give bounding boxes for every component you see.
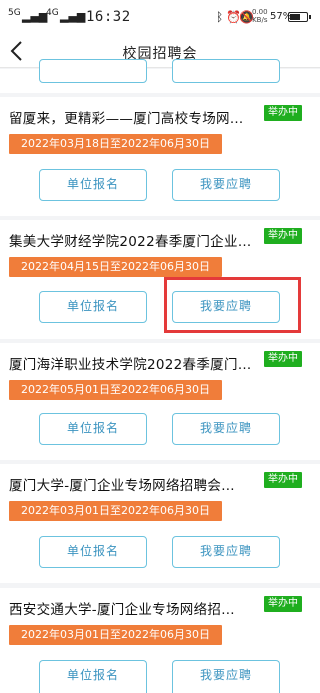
job-card[interactable]: 厦门海洋职业技术学院2022春季厦门… 举办中 2022年05月01日至2022… [0, 343, 320, 460]
register-button-partial[interactable] [39, 59, 147, 83]
date-range: 2022年03月18日至2022年06月30日 [9, 134, 222, 154]
job-card[interactable]: 西安交通大学-厦门企业专场网络招… 举办中 2022年03月01日至2022年0… [0, 588, 320, 693]
date-range: 2022年05月01日至2022年06月30日 [9, 380, 222, 400]
job-card[interactable]: 留厦来，更精彩——厦门高校专场网… 举办中 2022年03月18日至2022年0… [0, 97, 320, 216]
network-speed: 0.00 KB/s [252, 8, 268, 24]
status-badge: 举办中 [264, 105, 302, 121]
register-button[interactable]: 单位报名 [39, 413, 147, 445]
apply-button[interactable]: 我要应聘 [172, 536, 280, 568]
clock-time: 16:32 [86, 9, 131, 25]
status-badge: 举办中 [264, 228, 302, 244]
signal-5g-label: 5G [8, 8, 21, 18]
date-range: 2022年03月01日至2022年06月30日 [9, 501, 222, 521]
job-title: 厦门大学-厦门企业专场网络招聘会… [9, 478, 235, 494]
status-bar: 5G ▂▄▆ 4G ▂▄▆ 16:32 ᛒ ⏰ 🔕 0.00 KB/s 57% [0, 0, 320, 34]
job-title: 留厦来，更精彩——厦门高校专场网… [9, 111, 244, 127]
job-title: 集美大学财经学院2022春季厦门企业… [9, 234, 252, 250]
apply-button-partial[interactable] [172, 59, 280, 83]
register-button[interactable]: 单位报名 [39, 291, 147, 323]
bluetooth-icon: ᛒ [216, 10, 224, 24]
status-badge: 举办中 [264, 351, 302, 367]
status-badge: 举办中 [264, 596, 302, 612]
date-range: 2022年03月01日至2022年06月30日 [9, 625, 222, 645]
job-card[interactable]: 厦门大学-厦门企业专场网络招聘会… 举办中 2022年03月01日至2022年0… [0, 464, 320, 583]
signal-4g-label: 4G [46, 8, 59, 18]
apply-button[interactable]: 我要应聘 [172, 660, 280, 693]
date-range: 2022年04月15日至2022年06月30日 [9, 257, 222, 277]
register-button[interactable]: 单位报名 [39, 660, 147, 693]
highlight-box [164, 277, 301, 333]
apply-button[interactable]: 我要应聘 [172, 413, 280, 445]
network-speed-value: 0.00 [252, 8, 268, 16]
signal-bars-icon: ▂▄▆ [60, 10, 86, 23]
register-button[interactable]: 单位报名 [39, 169, 147, 201]
register-button[interactable]: 单位报名 [39, 536, 147, 568]
job-card-partial [0, 59, 320, 93]
job-title: 西安交通大学-厦门企业专场网络招… [9, 602, 235, 618]
job-title: 厦门海洋职业技术学院2022春季厦门… [9, 357, 252, 373]
status-badge: 举办中 [264, 472, 302, 488]
network-speed-unit: KB/s [252, 16, 268, 24]
battery-icon [288, 12, 311, 22]
signal-bars-icon: ▂▄▆ [22, 10, 48, 23]
apply-button[interactable]: 我要应聘 [172, 169, 280, 201]
